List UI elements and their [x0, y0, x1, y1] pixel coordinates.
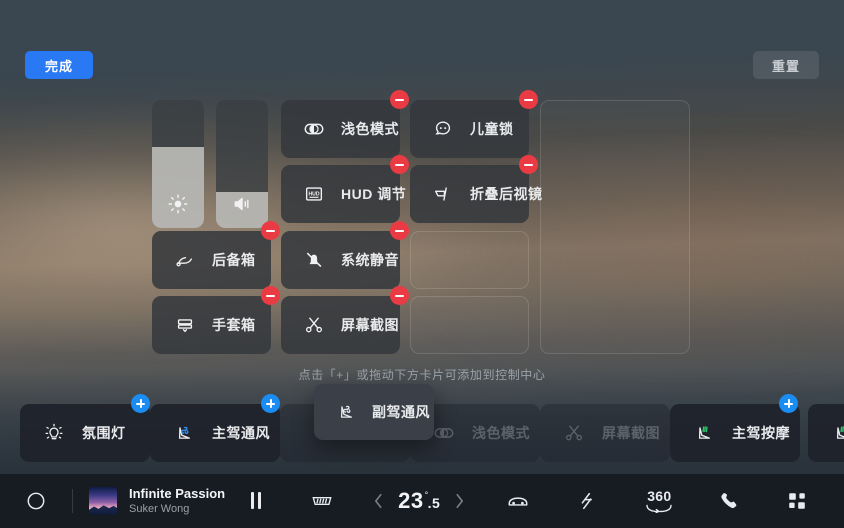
tile-trunk[interactable]: 后备箱 — [152, 231, 271, 289]
dragging-card-label: 副驾通风 — [372, 404, 430, 420]
energy-icon[interactable] — [576, 489, 598, 513]
tray-card-ambient-light[interactable]: 氛围灯 — [20, 404, 150, 462]
empty-large-slot[interactable] — [540, 100, 690, 354]
remove-badge-system-mute[interactable] — [390, 221, 409, 240]
light-mode-toggle-icon — [432, 422, 456, 444]
passenger-ventilation-icon — [334, 401, 358, 423]
temperature-increase-button[interactable] — [454, 492, 465, 510]
tile-label: 屏幕截图 — [341, 317, 399, 333]
light-mode-toggle-icon — [303, 118, 325, 140]
track-title: Infinite Passion — [129, 485, 226, 501]
tile-label: 后备箱 — [212, 252, 256, 268]
tile-child-lock[interactable]: 儿童锁 — [410, 100, 529, 158]
hud-icon: HUD — [303, 183, 325, 205]
tile-label: 折叠后视镜 — [470, 186, 543, 202]
editor-hint-text: 点击「+」或拖动下方卡片可添加到控制中心 — [298, 368, 546, 382]
remove-badge-trunk[interactable] — [261, 221, 280, 240]
driver-massage-icon — [692, 422, 716, 444]
temperature-decrease-button[interactable] — [373, 492, 384, 510]
status-bar: Infinite Passion Suker Wong 23°.5 360 — [0, 474, 844, 528]
temperature-value[interactable]: 23°.5 — [398, 488, 440, 514]
tray-card-driver-massage[interactable]: 主驾按摩 — [670, 404, 800, 462]
tray-card-label: 浅色模式 — [472, 425, 530, 441]
tray-card-label: 主驾通风 — [212, 425, 270, 441]
tile-label: 手套箱 — [212, 317, 256, 333]
home-circle-icon[interactable] — [0, 490, 72, 512]
driver-ventilation-icon — [172, 422, 196, 444]
empty-slot-1[interactable] — [410, 231, 529, 289]
car-seat-icon[interactable] — [505, 490, 531, 512]
passenger-massage-icon — [830, 422, 844, 444]
phone-icon[interactable] — [718, 490, 740, 512]
remove-badge-fold-mirror[interactable] — [519, 155, 538, 174]
temperature-integer: 23 — [398, 488, 424, 513]
camera-360-icon[interactable]: 360 — [644, 489, 674, 513]
add-badge-driver-massage[interactable] — [779, 394, 798, 413]
brightness-slider-fill — [152, 147, 204, 228]
track-artist: Suker Wong — [129, 502, 190, 515]
volume-icon — [216, 194, 268, 214]
tile-light-mode[interactable]: 浅色模式 — [281, 100, 400, 158]
screenshot-icon — [303, 314, 325, 336]
add-badge-driver-ventilation[interactable] — [261, 394, 280, 413]
tile-label: HUD 调节 — [341, 186, 407, 202]
glovebox-icon — [174, 314, 196, 336]
dragging-card-passenger-ventilation[interactable]: 副驾通风 — [314, 384, 434, 440]
apps-grid-icon[interactable] — [786, 490, 808, 512]
tray-card-label: 屏幕截图 — [602, 425, 660, 441]
ambient-light-icon — [42, 422, 66, 444]
brightness-icon — [152, 194, 204, 214]
trunk-icon — [174, 249, 196, 271]
remove-badge-glovebox[interactable] — [261, 286, 280, 305]
mute-icon — [303, 249, 325, 271]
control-center-editor: 浅色模式 儿童锁 HUD HUD 调节 折叠后视镜 后备箱 系统静音 手套箱 屏… — [0, 0, 844, 382]
temperature-decimal: .5 — [427, 495, 441, 511]
tile-fold-mirror[interactable]: 折叠后视镜 — [410, 165, 542, 223]
tile-screenshot[interactable]: 屏幕截图 — [281, 296, 400, 354]
fold-mirror-icon — [432, 183, 454, 205]
screenshot-icon — [562, 422, 586, 444]
remove-badge-light-mode[interactable] — [390, 90, 409, 109]
camera-360-label: 360 — [647, 488, 672, 504]
tile-hud[interactable]: HUD HUD 调节 — [281, 165, 406, 223]
tile-label: 系统静音 — [341, 252, 399, 268]
add-badge-ambient-light[interactable] — [131, 394, 150, 413]
tray-card-screenshot[interactable]: 屏幕截图 — [540, 404, 670, 462]
tray-card-driver-ventilation[interactable]: 主驾通风 — [150, 404, 280, 462]
tile-system-mute[interactable]: 系统静音 — [281, 231, 400, 289]
tray-card-label: 主驾按摩 — [732, 425, 790, 441]
tray-card-passenger-massage[interactable] — [808, 404, 844, 462]
rear-defrost-icon[interactable] — [309, 490, 335, 512]
tile-label: 儿童锁 — [470, 121, 514, 137]
remove-badge-child-lock[interactable] — [519, 90, 538, 109]
tile-glovebox[interactable]: 手套箱 — [152, 296, 271, 354]
volume-slider[interactable] — [216, 100, 268, 228]
remove-badge-screenshot[interactable] — [390, 286, 409, 305]
media-player[interactable]: Infinite Passion Suker Wong — [73, 485, 262, 517]
brightness-slider[interactable] — [152, 100, 204, 228]
svg-text:HUD: HUD — [308, 191, 319, 197]
degree-symbol: ° — [424, 489, 429, 500]
tile-label: 浅色模式 — [341, 121, 399, 137]
album-art — [89, 486, 117, 515]
pause-icon[interactable] — [251, 492, 262, 510]
remove-badge-hud[interactable] — [390, 155, 409, 174]
empty-slot-2[interactable] — [410, 296, 529, 354]
tray-card-label: 氛围灯 — [82, 425, 126, 441]
child-lock-icon — [432, 118, 454, 140]
